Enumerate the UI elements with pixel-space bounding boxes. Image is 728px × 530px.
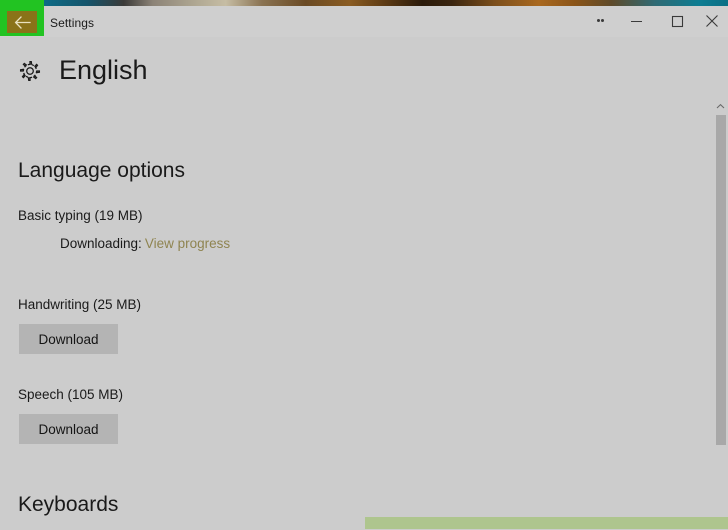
back-arrow-icon	[14, 16, 31, 29]
view-progress-link[interactable]: View progress	[145, 236, 230, 251]
feature-label-basic-typing: Basic typing (19 MB)	[18, 208, 143, 223]
scroll-up-button[interactable]	[714, 99, 727, 113]
feature-label-handwriting: Handwriting (25 MB)	[18, 297, 141, 312]
settings-content: English Language options Basic typing (1…	[0, 37, 728, 530]
title-bar: Settings	[0, 6, 728, 37]
close-button[interactable]	[696, 6, 728, 36]
chevron-up-icon	[716, 97, 725, 115]
page-header: English	[18, 57, 148, 84]
gear-icon	[18, 59, 42, 83]
page-title: English	[59, 57, 148, 84]
minimize-icon	[630, 15, 643, 28]
app-title: Settings	[50, 16, 94, 30]
back-button[interactable]	[7, 11, 37, 33]
download-status-row: Downloading:View progress	[60, 236, 230, 251]
close-icon	[705, 14, 719, 28]
feature-label-speech: Speech (105 MB)	[18, 387, 123, 402]
section-heading-language-options: Language options	[18, 159, 185, 183]
ellipsis-icon	[596, 12, 604, 30]
download-button-speech[interactable]: Download	[19, 414, 118, 444]
download-button-handwriting[interactable]: Download	[19, 324, 118, 354]
download-status-text: Downloading:	[60, 236, 142, 251]
minimize-button[interactable]	[614, 6, 659, 36]
scrollbar-thumb[interactable]	[716, 115, 726, 445]
maximize-icon	[671, 15, 684, 28]
section-heading-keyboards: Keyboards	[18, 493, 118, 517]
settings-window: Settings	[0, 6, 728, 529]
maximize-button[interactable]	[655, 6, 700, 36]
bottom-highlight-bar	[365, 517, 728, 529]
vertical-scrollbar[interactable]	[713, 37, 728, 530]
